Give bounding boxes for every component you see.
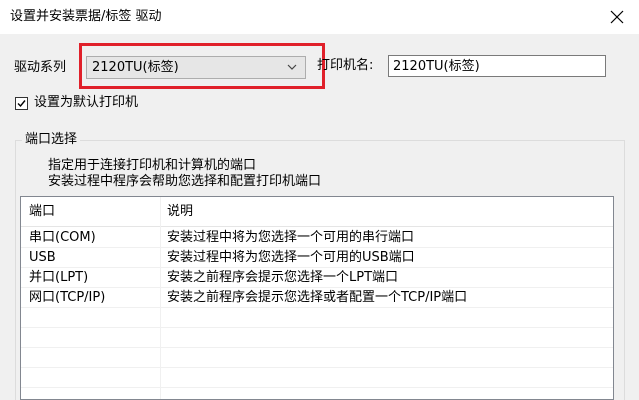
table-row[interactable]: USB 安装过程中将为您选择一个可用的USB端口: [21, 248, 613, 268]
column-header-port[interactable]: 端口: [23, 197, 55, 227]
description-cell: 安装过程中将为您选择一个可用的串行端口: [167, 230, 415, 245]
port-description-line2: 安装过程中程序会帮助您选择和配置打印机端口: [48, 174, 322, 189]
empty-row: [21, 348, 613, 368]
default-printer-label: 设置为默认打印机: [34, 95, 139, 110]
table-row[interactable]: 串口(COM) 安装过程中将为您选择一个可用的串行端口: [21, 228, 613, 248]
table-row[interactable]: 网口(TCP/IP) 安装之前程序会提示您选择或者配置一个TCP/IP端口: [21, 288, 613, 308]
printer-name-input[interactable]: 2120TU(标签): [388, 55, 606, 77]
description-cell: 安装之前程序会提示您选择一个LPT端口: [167, 270, 399, 285]
default-printer-checkbox[interactable]: [15, 97, 28, 110]
port-group-title: 端口选择: [22, 132, 81, 148]
table-row[interactable]: 并口(LPT) 安装之前程序会提示您选择一个LPT端口: [21, 268, 613, 288]
column-header-description[interactable]: 说明: [161, 197, 193, 227]
close-icon: [610, 10, 624, 24]
description-cell: 安装之前程序会提示您选择或者配置一个TCP/IP端口: [167, 290, 468, 305]
empty-row: [21, 368, 613, 388]
printer-name-value: 2120TU(标签): [393, 59, 480, 74]
port-cell: 并口(LPT): [29, 270, 89, 285]
description-cell: 安装过程中将为您选择一个可用的USB端口: [167, 250, 415, 265]
port-cell: USB: [29, 250, 56, 265]
empty-row: [21, 328, 613, 348]
driver-series-label: 驱动系列: [14, 60, 67, 75]
port-list[interactable]: 端口 说明 串口(COM) 安装过程中将为您选择一个可用的串行端口 USB 安装…: [20, 196, 614, 400]
window-title: 设置并安装票据/标签 驱动: [10, 9, 162, 24]
empty-row: [21, 308, 613, 328]
port-cell: 网口(TCP/IP): [29, 290, 106, 305]
check-icon: [17, 100, 26, 108]
close-button[interactable]: [594, 0, 639, 34]
printer-name-label: 打印机名:: [317, 58, 374, 73]
highlight-annotation: [79, 43, 325, 89]
title-bar: 设置并安装票据/标签 驱动: [0, 0, 639, 34]
port-cell: 串口(COM): [29, 230, 96, 245]
port-list-header: 端口 说明: [21, 197, 613, 227]
